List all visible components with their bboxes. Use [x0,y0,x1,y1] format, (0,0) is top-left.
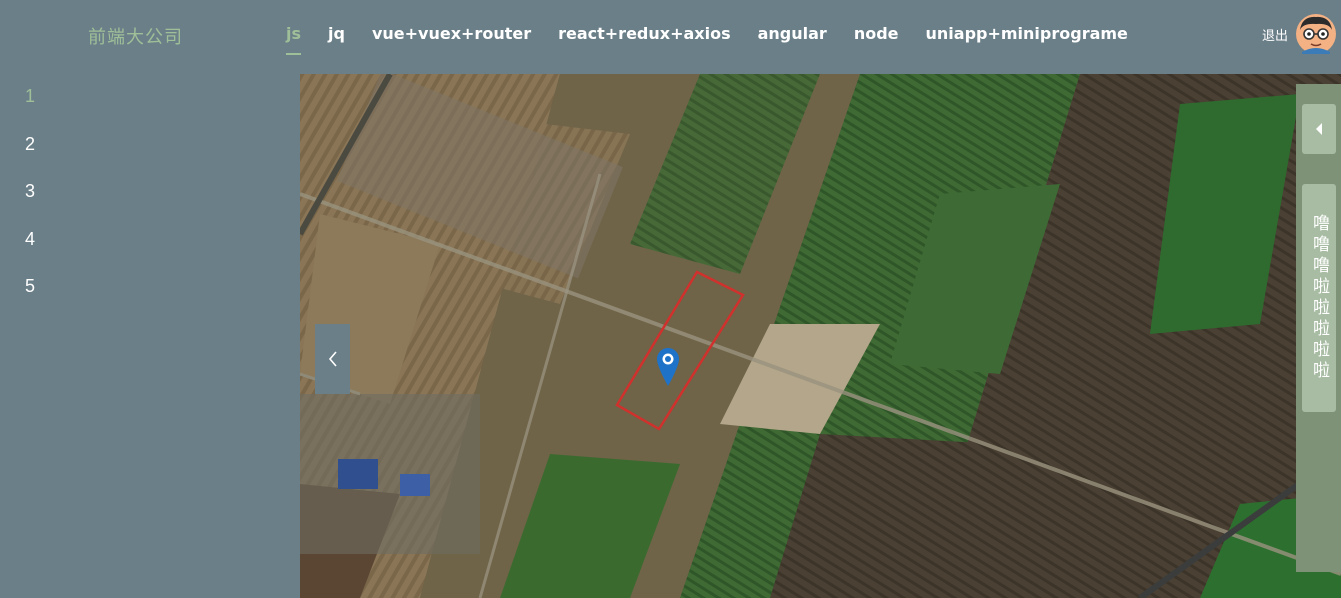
drawer-tab[interactable]: 噜噜噜啦啦啦啦啦 [1302,184,1336,412]
nav-item-vue[interactable]: vue+vuex+router [372,0,531,72]
nav-item-node[interactable]: node [854,0,899,72]
top-nav: js jq vue+vuex+router react+redux+axios … [286,0,1155,72]
drawer-tab-label: 噜噜噜啦啦啦啦啦 [1309,214,1329,382]
brand-title: 前端大公司 [88,27,183,48]
nav-item-jq[interactable]: jq [328,0,345,72]
chevron-left-icon [328,351,337,367]
caret-left-icon [1316,123,1322,135]
user-avatar-icon[interactable] [1296,14,1336,54]
top-header: 前端大公司 js jq vue+vuex+router react+redux+… [0,0,1341,72]
nav-item-js[interactable]: js [286,0,302,72]
sidebar-item-4[interactable]: 4 [25,229,225,250]
map-imagery [300,74,1341,598]
sidebar-item-5[interactable]: 5 [25,276,225,297]
sidebar-item-1[interactable]: 1 [25,86,225,107]
map-prev-button[interactable] [315,324,350,394]
sidebar-item-2[interactable]: 2 [25,134,225,155]
satellite-map[interactable] [300,74,1341,598]
drawer-toggle-button[interactable] [1302,104,1336,154]
right-drawer: 噜噜噜啦啦啦啦啦 [1296,84,1341,572]
nav-item-uniapp[interactable]: uniapp+miniprograme [926,0,1128,72]
nav-item-angular[interactable]: angular [758,0,827,72]
logout-link[interactable]: 退出 [1262,25,1288,44]
nav-item-react[interactable]: react+redux+axios [558,0,731,72]
sidebar-item-3[interactable]: 3 [25,181,225,202]
sidebar: 1 2 3 4 5 [0,72,300,598]
